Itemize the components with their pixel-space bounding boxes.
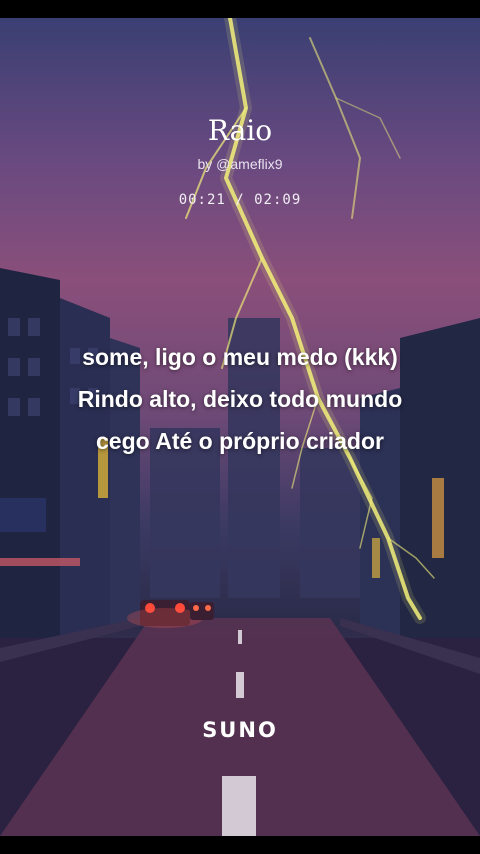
lyric-line: cego Até o próprio criador — [96, 428, 384, 454]
lyric-line: some, ligo o meu medo (kkk) — [82, 344, 398, 370]
lyric-line: Rindo alto, deixo todo mundo — [77, 386, 403, 412]
suno-logo: SUNO — [202, 718, 278, 742]
playback-time: 00:21 / 02:09 — [178, 192, 302, 208]
lyrics-block: some, ligo o meu medo (kkk) Rindo alto, … — [20, 336, 460, 462]
song-title: Raio — [207, 114, 273, 147]
video-frame[interactable]: Raio by @ameflix9 00:21 / 02:09 some, li… — [0, 18, 480, 836]
artist-byline[interactable]: by @ameflix9 — [0, 156, 480, 172]
